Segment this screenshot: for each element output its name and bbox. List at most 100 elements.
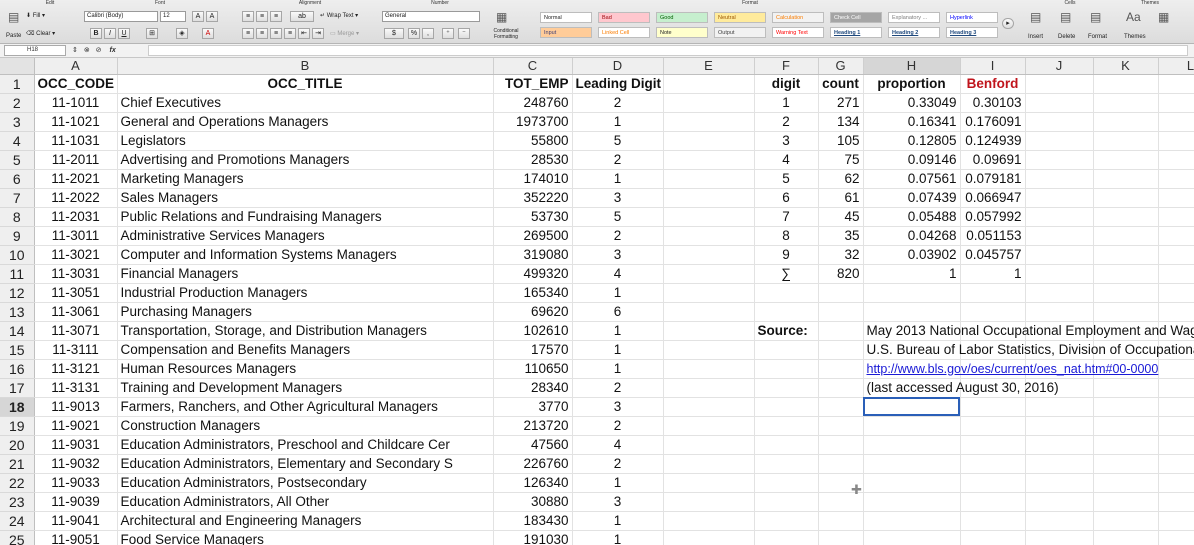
cell-c25[interactable]: 191030	[493, 530, 573, 545]
style-bad[interactable]: Bad	[598, 12, 650, 23]
cell-c4[interactable]: 55800	[493, 131, 573, 151]
cell-l20[interactable]	[1158, 435, 1194, 455]
cell-f6[interactable]: 5	[754, 169, 819, 189]
row-header[interactable]: 11	[0, 264, 35, 284]
cell-e15[interactable]	[663, 340, 755, 360]
cell-k12[interactable]	[1093, 283, 1159, 303]
cell-f14[interactable]: Source:	[754, 321, 819, 341]
row-header[interactable]: 9	[0, 226, 35, 246]
cell-g2[interactable]: 271	[818, 93, 864, 113]
row-header[interactable]: 18	[0, 397, 35, 417]
cell-k21[interactable]	[1093, 454, 1159, 474]
cell-e1[interactable]	[663, 74, 755, 94]
cell-c13[interactable]: 69620	[493, 302, 573, 322]
cell-h19[interactable]	[863, 416, 961, 436]
cell-h11[interactable]: 1	[863, 263, 961, 284]
cell-j1[interactable]	[1025, 74, 1094, 94]
cell-e13[interactable]	[663, 302, 755, 322]
cell-c16[interactable]: 110650	[493, 359, 573, 379]
cell-c24[interactable]: 183430	[493, 511, 573, 531]
theme-colors-icon[interactable]: ▦	[1158, 10, 1169, 24]
cell-g3[interactable]: 134	[818, 112, 864, 132]
cell-g17[interactable]	[818, 378, 864, 398]
cell-d16[interactable]: 1	[572, 359, 664, 379]
cell-l23[interactable]	[1158, 492, 1194, 512]
cell-a18[interactable]: 11-9013	[34, 397, 118, 417]
row-header[interactable]: 17	[0, 378, 35, 398]
cell-k17[interactable]	[1093, 378, 1159, 398]
cell-f25[interactable]	[754, 530, 819, 545]
row-header[interactable]: 20	[0, 435, 35, 455]
row-header[interactable]: 21	[0, 454, 35, 474]
cell-d13[interactable]: 6	[572, 302, 664, 322]
cell-c7[interactable]: 352220	[493, 188, 573, 208]
cell-k22[interactable]	[1093, 473, 1159, 493]
column-header-d[interactable]: D	[572, 58, 664, 75]
style-explanatory[interactable]: Explanatory ...	[888, 12, 940, 23]
cell-k9[interactable]	[1093, 226, 1159, 246]
cell-k6[interactable]	[1093, 169, 1159, 189]
cell-i3[interactable]: 0.176091	[960, 112, 1026, 132]
cell-k10[interactable]	[1093, 245, 1159, 265]
cell-j3[interactable]	[1025, 112, 1094, 132]
cell-c19[interactable]: 213720	[493, 416, 573, 436]
cell-l8[interactable]	[1158, 207, 1194, 227]
cell-f15[interactable]	[754, 340, 819, 360]
conditional-formatting-icon[interactable]: ▦	[496, 10, 507, 24]
style-normal[interactable]: Normal	[540, 12, 592, 23]
cell-i8[interactable]: 0.057992	[960, 207, 1026, 227]
row-header[interactable]: 16	[0, 359, 35, 379]
cell-i7[interactable]: 0.066947	[960, 188, 1026, 208]
cell-f4[interactable]: 3	[754, 131, 819, 151]
cell-e6[interactable]	[663, 169, 755, 189]
cell-d3[interactable]: 1	[572, 112, 664, 132]
cell-g20[interactable]	[818, 435, 864, 455]
cell-b16[interactable]: Human Resources Managers	[117, 359, 494, 379]
cell-d19[interactable]: 2	[572, 416, 664, 436]
cell-k1[interactable]	[1093, 74, 1159, 94]
cell-e18[interactable]	[663, 397, 755, 417]
cell-i22[interactable]	[960, 473, 1026, 493]
cell-h20[interactable]	[863, 435, 961, 455]
cell-j21[interactable]	[1025, 454, 1094, 474]
cell-c22[interactable]: 126340	[493, 473, 573, 493]
style-output[interactable]: Output	[714, 27, 766, 38]
cell-e17[interactable]	[663, 378, 755, 398]
cell-h4[interactable]: 0.12805	[863, 131, 961, 151]
cell-a11[interactable]: 11-3031	[34, 264, 118, 284]
font-size-select[interactable]: 12	[160, 11, 186, 22]
cell-h14[interactable]: May 2013 National Occupational Employmen…	[863, 321, 1194, 341]
cell-h15[interactable]: U.S. Bureau of Labor Statistics, Divisio…	[863, 340, 1194, 360]
cell-h8[interactable]: 0.05488	[863, 207, 961, 227]
cell-e12[interactable]	[663, 283, 755, 303]
cell-g4[interactable]: 105	[818, 131, 864, 151]
row-header[interactable]: 10	[0, 245, 35, 265]
style-heading-2[interactable]: Heading 2	[888, 27, 940, 38]
column-header-j[interactable]: J	[1025, 58, 1094, 75]
cell-d8[interactable]: 5	[572, 207, 664, 227]
formula-input[interactable]	[148, 45, 1188, 56]
cell-j6[interactable]	[1025, 169, 1094, 189]
cell-j10[interactable]	[1025, 245, 1094, 265]
cell-b17[interactable]: Training and Development Managers	[117, 378, 494, 398]
orientation-icon[interactable]: ab	[290, 11, 314, 22]
decrease-indent-icon[interactable]: ⇤	[298, 28, 310, 39]
cell-l21[interactable]	[1158, 454, 1194, 474]
cell-k3[interactable]	[1093, 112, 1159, 132]
cell-i13[interactable]	[960, 302, 1026, 322]
clear-button[interactable]: ⌫ Clear ▾	[26, 30, 55, 37]
row-header[interactable]: 2	[0, 93, 35, 113]
cell-g21[interactable]	[818, 454, 864, 474]
cell-h2[interactable]: 0.33049	[863, 93, 961, 113]
cell-f21[interactable]	[754, 454, 819, 474]
cell-l4[interactable]	[1158, 131, 1194, 151]
cell-b12[interactable]: Industrial Production Managers	[117, 283, 494, 303]
style-good[interactable]: Good	[656, 12, 708, 23]
cell-f10[interactable]: 9	[754, 245, 819, 265]
cell-j13[interactable]	[1025, 302, 1094, 322]
cell-c23[interactable]: 30880	[493, 492, 573, 512]
cell-c5[interactable]: 28530	[493, 150, 573, 170]
row-header[interactable]: 23	[0, 492, 35, 512]
cell-a14[interactable]: 11-3071	[34, 321, 118, 341]
insert-cells-icon[interactable]: ▤	[1030, 10, 1041, 24]
